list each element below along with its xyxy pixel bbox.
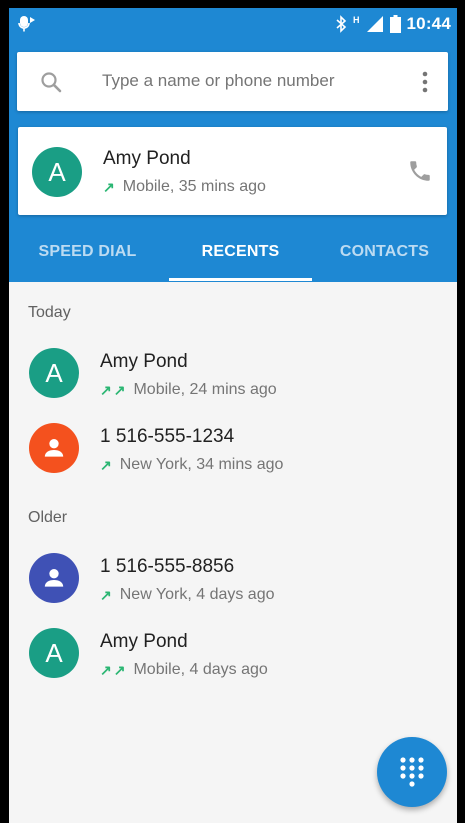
dialpad-icon (400, 757, 424, 787)
search-input[interactable]: Type a name or phone number (102, 71, 334, 91)
call-detail-text: New York, 4 days ago (119, 586, 275, 603)
tab-recents[interactable]: RECENTS (169, 222, 312, 282)
phone-icon[interactable] (407, 158, 433, 184)
avatar-initial: A (45, 357, 63, 388)
clock: 10:44 (406, 14, 451, 33)
phone-screen: H 10:44 Type a name or phone number A Am… (9, 8, 457, 823)
contact-name: 1 516-555-1234 (100, 426, 235, 447)
call-log-row[interactable]: 1 516-555-1234 ↗ New York, 34 mins ago (9, 414, 457, 482)
contact-name: Amy Pond (100, 351, 188, 372)
call-details: ↗↗ Mobile, 4 days ago (100, 661, 268, 679)
contact-name: Amy Pond (103, 148, 191, 169)
device-frame: H 10:44 Type a name or phone number A Am… (0, 0, 465, 823)
call-log-row[interactable]: A Amy Pond ↗↗ Mobile, 24 mins ago (9, 339, 457, 407)
avatar: A (32, 147, 82, 197)
outgoing-call-icon: ↗ (100, 586, 114, 603)
outgoing-call-icon: ↗ (103, 178, 117, 195)
search-icon[interactable] (39, 70, 63, 94)
voicemail-icon (18, 16, 35, 32)
avatar-initial: A (45, 637, 63, 668)
tab-contacts[interactable]: CONTACTS (312, 222, 457, 282)
section-header-today: Today (28, 304, 71, 321)
person-icon (44, 439, 64, 457)
avatar (29, 553, 79, 603)
search-bar[interactable]: Type a name or phone number (17, 52, 448, 111)
tab-bar: SPEED DIAL RECENTS CONTACTS (9, 222, 457, 282)
recent-contact-card[interactable]: A Amy Pond ↗ Mobile, 35 mins ago (18, 127, 447, 215)
contact-name: Amy Pond (100, 631, 188, 652)
outgoing-call-icon: ↗↗ (100, 661, 128, 678)
call-details: ↗ New York, 34 mins ago (100, 456, 283, 474)
call-detail-text: Mobile, 4 days ago (133, 661, 268, 678)
call-details: ↗ Mobile, 35 mins ago (103, 178, 266, 196)
call-log-row[interactable]: A Amy Pond ↗↗ Mobile, 4 days ago (9, 619, 457, 687)
avatar-initial: A (48, 156, 66, 187)
more-options-icon[interactable] (422, 70, 428, 94)
call-details: ↗↗ Mobile, 24 mins ago (100, 381, 277, 399)
call-detail-text: Mobile, 35 mins ago (122, 178, 266, 195)
call-detail-text: New York, 34 mins ago (119, 456, 284, 473)
tab-speed-dial[interactable]: SPEED DIAL (9, 222, 166, 282)
avatar: A (29, 628, 79, 678)
outgoing-call-icon: ↗↗ (100, 381, 128, 398)
call-log-row[interactable]: 1 516-555-8856 ↗ New York, 4 days ago (9, 544, 457, 612)
call-details: ↗ New York, 4 days ago (100, 586, 275, 604)
avatar: A (29, 348, 79, 398)
bluetooth-icon (336, 15, 347, 33)
outgoing-call-icon: ↗ (100, 456, 114, 473)
contact-name: 1 516-555-8856 (100, 556, 235, 577)
person-icon (44, 569, 64, 587)
active-tab-indicator (169, 278, 312, 281)
call-detail-text: Mobile, 24 mins ago (133, 381, 277, 398)
dialpad-button[interactable] (377, 737, 447, 807)
section-header-older: Older (28, 509, 68, 526)
signal-icon (366, 16, 383, 32)
avatar (29, 423, 79, 473)
status-bar: H 10:44 (9, 8, 457, 40)
network-type-label: H (353, 15, 360, 25)
battery-icon (389, 15, 401, 33)
